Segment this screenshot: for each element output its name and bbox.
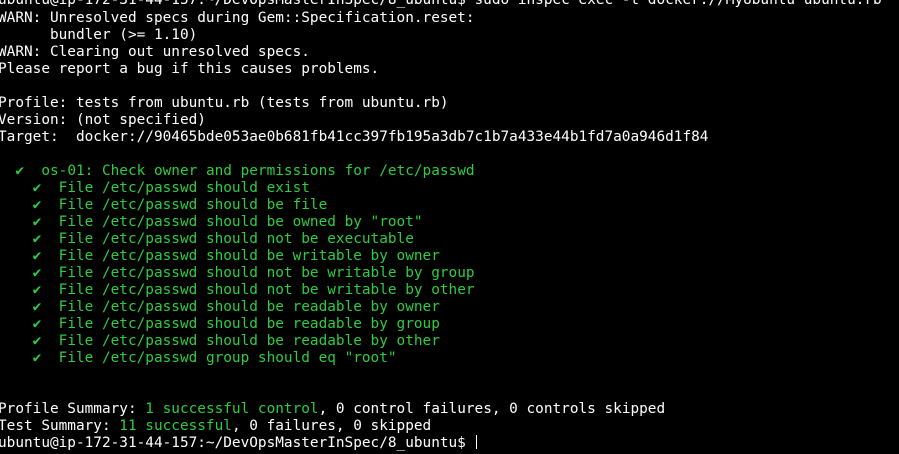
test-result-row: ✔ File /etc/passwd should be file bbox=[0, 197, 328, 214]
test-result-row: ✔ File /etc/passwd should be owned by "r… bbox=[0, 214, 423, 231]
profile-summary-rest: , 0 control failures, 0 controls skipped bbox=[318, 401, 666, 417]
profile-summary: Profile Summary: 1 successful control, 0… bbox=[0, 401, 665, 418]
version-line: Version: (not specified) bbox=[0, 112, 206, 128]
terminal-window[interactable]: ubuntu@ip-172-31-44-157:~/DevOpsMasterIn… bbox=[0, 0, 899, 454]
check-icon: ✔ bbox=[32, 231, 42, 247]
check-icon: ✔ bbox=[32, 316, 42, 332]
test-result-row: ✔ File /etc/passwd should be readable by… bbox=[0, 299, 440, 316]
text-cursor bbox=[475, 435, 477, 449]
test-result-text: File /etc/passwd should not be executabl… bbox=[58, 231, 414, 247]
shell-prompt: ubuntu@ip-172-31-44-157:~/DevOpsMasterIn… bbox=[0, 0, 466, 8]
test-result-text: File /etc/passwd should be readable by g… bbox=[58, 316, 440, 332]
test-result-row: ✔ File /etc/passwd should exist bbox=[0, 180, 310, 197]
control-title: ✔ os-01: Check owner and permissions for… bbox=[0, 163, 475, 180]
test-result-text: File /etc/passwd should exist bbox=[58, 180, 310, 196]
check-icon: ✔ bbox=[32, 333, 42, 349]
command-text: sudo inspec exec -t docker://MyUbuntu ub… bbox=[465, 0, 882, 8]
check-icon: ✔ bbox=[32, 180, 42, 196]
test-result-text: File /etc/passwd should not be writable … bbox=[58, 282, 475, 298]
check-icon: ✔ bbox=[32, 299, 42, 315]
test-result-row: ✔ File /etc/passwd should not be executa… bbox=[0, 231, 414, 248]
profile-summary-success: 1 successful control bbox=[145, 401, 319, 417]
check-icon: ✔ bbox=[15, 163, 24, 179]
warn-bundler-detail: bundler (>= 1.10) bbox=[0, 27, 198, 43]
check-icon: ✔ bbox=[32, 214, 42, 230]
test-summary-success: 11 successful bbox=[119, 418, 232, 434]
test-result-text: File /etc/passwd should not be writable … bbox=[58, 265, 475, 281]
check-icon: ✔ bbox=[32, 265, 42, 281]
test-result-text: File /etc/passwd should be writable by o… bbox=[58, 248, 440, 264]
final-shell-prompt: ubuntu@ip-172-31-44-157:~/DevOpsMasterIn… bbox=[0, 435, 475, 451]
test-result-text: File /etc/passwd should be file bbox=[58, 197, 328, 213]
test-result-text: File /etc/passwd should be readable by o… bbox=[58, 299, 440, 315]
warn-unresolved-specs: WARN: Unresolved specs during Gem::Speci… bbox=[0, 10, 475, 26]
command-line: ubuntu@ip-172-31-44-157:~/DevOpsMasterIn… bbox=[0, 0, 882, 9]
control-title-text: os-01: Check owner and permissions for /… bbox=[41, 163, 475, 179]
final-prompt-line[interactable]: ubuntu@ip-172-31-44-157:~/DevOpsMasterIn… bbox=[0, 435, 477, 452]
check-icon: ✔ bbox=[32, 282, 42, 298]
test-summary: Test Summary: 11 successful, 0 failures,… bbox=[0, 418, 431, 435]
report-bug-message: Please report a bug if this causes probl… bbox=[0, 61, 380, 77]
profile-line: Profile: tests from ubuntu.rb (tests fro… bbox=[0, 95, 449, 111]
check-icon: ✔ bbox=[32, 350, 42, 366]
test-summary-rest: , 0 failures, 0 skipped bbox=[231, 418, 432, 434]
test-summary-label: Test Summary: bbox=[0, 418, 120, 434]
test-result-row: ✔ File /etc/passwd should not be writabl… bbox=[0, 265, 475, 282]
test-result-text: File /etc/passwd should be readable by o… bbox=[58, 333, 440, 349]
test-result-row: ✔ File /etc/passwd should not be writabl… bbox=[0, 282, 475, 299]
test-result-text: File /etc/passwd group should eq "root" bbox=[58, 350, 397, 366]
test-result-row: ✔ File /etc/passwd group should eq "root… bbox=[0, 350, 397, 367]
test-result-row: ✔ File /etc/passwd should be readable by… bbox=[0, 333, 440, 350]
test-result-row: ✔ File /etc/passwd should be writable by… bbox=[0, 248, 440, 265]
check-icon: ✔ bbox=[32, 197, 42, 213]
test-result-text: File /etc/passwd should be owned by "roo… bbox=[58, 214, 423, 230]
profile-summary-label: Profile Summary: bbox=[0, 401, 146, 417]
test-result-row: ✔ File /etc/passwd should be readable by… bbox=[0, 316, 440, 333]
warn-clearing-specs: WARN: Clearing out unresolved specs. bbox=[0, 44, 310, 60]
check-icon: ✔ bbox=[32, 248, 42, 264]
target-line: Target: docker://90465bde053ae0b681fb41c… bbox=[0, 129, 709, 145]
